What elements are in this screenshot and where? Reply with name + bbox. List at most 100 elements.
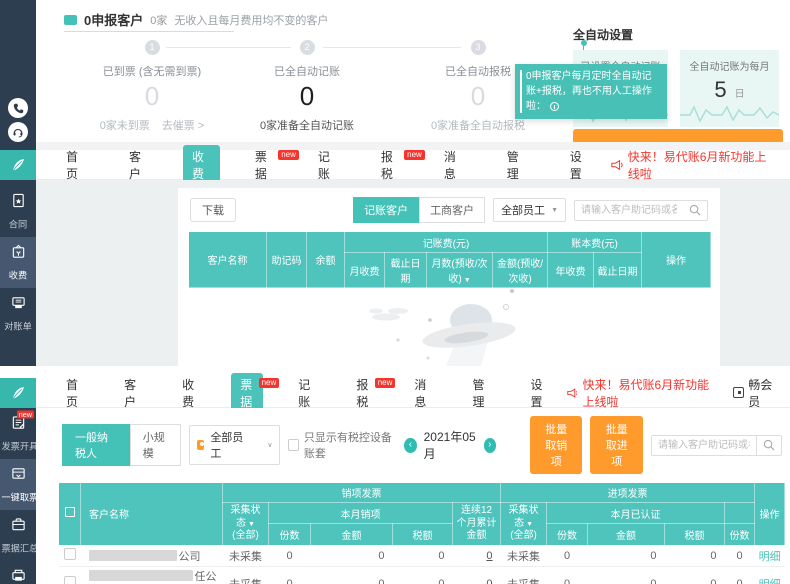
service-contact-button[interactable] xyxy=(8,122,28,142)
main-nav: 首页 客户 收费 票据new 记账 报税new 消息 管理 设置 快来！易代账6… xyxy=(0,378,790,408)
info-icon[interactable] xyxy=(550,102,559,111)
cumulative-link[interactable]: 0 xyxy=(486,578,492,584)
nav-settings[interactable]: 设置 xyxy=(509,378,567,408)
filter-row: 一般纳税人 小规模 全部员工 ∨ 只显示有税控设备账套 ‹ 2021年0 xyxy=(36,408,790,474)
taxpayer-small-tab[interactable]: 小规模 xyxy=(130,424,181,466)
title-divider xyxy=(64,31,234,32)
col-group-output-invoice: 销项发票 xyxy=(223,483,501,503)
out-tax-cell: 0 xyxy=(393,545,453,566)
nav-messages[interactable]: 消息 xyxy=(392,378,450,408)
step-number: 2 xyxy=(300,40,315,55)
phone-contact-button[interactable] xyxy=(8,98,28,118)
nav-bookkeeping[interactable]: 记账 xyxy=(296,150,359,180)
nav-charging[interactable]: 收费 xyxy=(160,378,218,408)
sidebar-item-charging[interactable]: 收费 xyxy=(0,237,36,288)
app-logo[interactable] xyxy=(0,150,36,180)
staff-filter-select[interactable]: 全部员工 ∨ xyxy=(189,425,281,465)
sidebar-item-fetch-invoice[interactable]: 一键取票 xyxy=(0,459,36,510)
checkbox[interactable] xyxy=(64,576,76,584)
in-tax-cell: 0 xyxy=(665,566,725,584)
detail-link[interactable]: 明细 xyxy=(759,551,781,563)
action-bar[interactable] xyxy=(573,129,783,143)
announcement-link[interactable]: 快来！易代账6月新功能上线啦 xyxy=(567,376,720,410)
nav-management[interactable]: 管理 xyxy=(450,378,508,408)
redacted-name xyxy=(89,570,193,581)
batch-fetch-output-button[interactable]: 批量取销项 xyxy=(530,416,583,474)
col-count: 份数 xyxy=(725,524,755,545)
in-count2-cell: 0 xyxy=(725,566,755,584)
fetch-invoice-icon xyxy=(11,466,26,481)
sidebar-item-statement[interactable]: 对账单 xyxy=(0,288,36,339)
app-logo[interactable] xyxy=(0,378,36,408)
in-count-cell: 0 xyxy=(547,545,588,566)
nav-bookkeeping[interactable]: 记账 xyxy=(276,378,334,408)
customer-name-cell: 公司 xyxy=(81,545,223,566)
member-link[interactable]: 畅会员 xyxy=(733,376,778,410)
tab-business-customers[interactable]: 工商客户 xyxy=(419,197,485,223)
in-status-cell: 未采集 xyxy=(501,545,547,566)
checkbox[interactable] xyxy=(288,439,298,451)
feather-logo-icon xyxy=(9,384,27,402)
cumulative-link[interactable]: 0 xyxy=(486,550,492,562)
step-note: 0家未到票 xyxy=(100,117,150,133)
nav-messages[interactable]: 消息 xyxy=(422,150,485,180)
nav-settings[interactable]: 设置 xyxy=(548,150,611,180)
statement-icon xyxy=(11,295,26,310)
nav-home[interactable]: 首页 xyxy=(44,150,107,180)
customer-search-input[interactable] xyxy=(652,436,756,455)
phone-icon xyxy=(13,103,24,114)
download-button[interactable]: 下载 xyxy=(190,198,236,222)
col-count: 份数 xyxy=(269,524,311,545)
in-amount-cell: 0 xyxy=(588,566,665,584)
col-mnemonic: 助记码 xyxy=(267,232,307,288)
new-badge: new xyxy=(17,410,34,418)
filter-caret-icon[interactable]: ▼ xyxy=(248,521,255,528)
col-collect-status-out: 采集状态▼(全部) xyxy=(223,503,269,546)
detail-link[interactable]: 明细 xyxy=(759,579,781,584)
batch-fetch-input-button[interactable]: 批量取进项 xyxy=(590,416,643,474)
table-row[interactable]: 任公司 未采集 0 0 0 0 未采集 0 0 0 0 明细 xyxy=(59,566,785,584)
nav-tax[interactable]: 报税new xyxy=(334,378,392,408)
member-text: 畅会员 xyxy=(748,376,778,410)
customer-search-input[interactable] xyxy=(575,201,683,220)
staff-icon xyxy=(197,440,205,450)
tab-booking-customers[interactable]: 记账客户 xyxy=(353,197,419,223)
sidebar-item-issue-invoice[interactable]: new 发票开具 xyxy=(0,408,36,459)
nav-charging[interactable]: 收费 xyxy=(170,150,233,180)
member-icon xyxy=(733,387,744,398)
next-month-button[interactable]: › xyxy=(484,438,496,453)
sidebar-item-invoice-summary[interactable]: 票据汇总 xyxy=(0,510,36,561)
device-only-checkbox-row[interactable]: 只显示有税控设备账套 xyxy=(288,429,396,461)
checkbox[interactable] xyxy=(64,548,76,560)
sidebar-label: 一键取票 xyxy=(1,490,34,504)
urge-ticket-link[interactable]: 去催票 > xyxy=(162,117,204,133)
sidebar-item-scan-upload[interactable]: 扫描上传 xyxy=(0,561,36,584)
nav-invoices[interactable]: 票据new xyxy=(218,378,276,408)
prev-month-button[interactable]: ‹ xyxy=(404,438,416,453)
nav-customers[interactable]: 客户 xyxy=(102,378,160,408)
nav-management[interactable]: 管理 xyxy=(485,150,548,180)
in-amount-cell: 0 xyxy=(588,545,665,566)
sidebar-item-contract[interactable]: 合同 xyxy=(0,186,36,237)
taxpayer-general-tab[interactable]: 一般纳税人 xyxy=(62,424,130,466)
megaphone-icon xyxy=(567,387,578,399)
announcement-link[interactable]: 快来！易代账6月新功能上线啦 xyxy=(611,148,778,182)
dashboard-section: 0申报客户 0家 无收入且每月费用均不变的客户 1 已到票 (含无需到票) 0 … xyxy=(0,0,790,150)
col-tax: 税额 xyxy=(665,524,725,545)
invoice-content: 一般纳税人 小规模 全部员工 ∨ 只显示有税控设备账套 ‹ 2021年0 xyxy=(36,408,790,584)
nav-customers[interactable]: 客户 xyxy=(107,150,170,180)
staff-filter-select[interactable]: 全部员工 ▼ xyxy=(493,198,566,222)
nav-invoices[interactable]: 票据new xyxy=(233,150,296,180)
select-all-header[interactable] xyxy=(59,483,81,546)
filter-caret-icon[interactable]: ▼ xyxy=(526,521,533,528)
step-note: 0家准备全自动记账 xyxy=(260,117,354,133)
search-icon[interactable] xyxy=(756,436,781,455)
invoice-section: 首页 客户 收费 票据new 记账 报税new 消息 管理 设置 快来！易代账6… xyxy=(0,366,790,584)
col-deadline2: 截止日期 xyxy=(594,253,642,288)
search-icon[interactable] xyxy=(683,204,707,216)
checkbox[interactable] xyxy=(65,507,75,517)
out-amount-cell: 0 xyxy=(311,545,393,566)
table-row[interactable]: 公司 未采集 0 0 0 0 未采集 0 0 0 0 明细 xyxy=(59,545,785,566)
nav-tax[interactable]: 报税new xyxy=(359,150,422,180)
nav-home[interactable]: 首页 xyxy=(44,378,102,408)
